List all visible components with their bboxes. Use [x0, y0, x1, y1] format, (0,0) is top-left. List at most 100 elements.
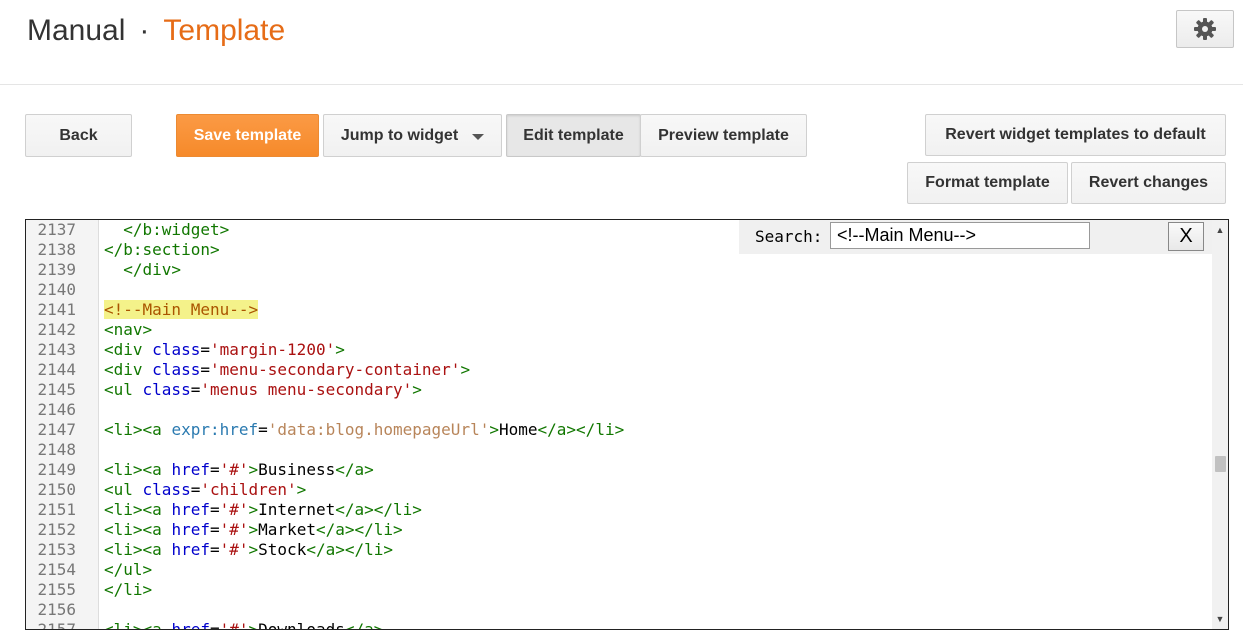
scrollbar-thumb[interactable] — [1215, 456, 1226, 472]
code-text: <li><a href='#'>Business</a> — [104, 460, 374, 480]
code-text: <nav> — [104, 320, 152, 340]
code-token: = — [209, 620, 220, 630]
code-line[interactable]: 2141 <!--Main Menu--> — [26, 300, 1212, 320]
code-token: Business — [258, 460, 336, 479]
code-line[interactable]: 2143 <div class='margin-1200'> — [26, 340, 1212, 360]
code-token: Home — [498, 420, 538, 439]
scroll-down-arrow-icon[interactable]: ▼ — [1212, 611, 1228, 627]
code-editor[interactable]: 2137 </b:widget> 2138 </b:section> 2139 </d… — [25, 219, 1229, 630]
code-token: 'menu-secondary-container' — [209, 360, 461, 379]
code-token: = — [209, 460, 220, 479]
code-line[interactable]: 2155 </li> — [26, 580, 1212, 600]
code-line[interactable]: 2150 <ul class='children'> — [26, 480, 1212, 500]
code-token: </a></li> — [306, 540, 394, 559]
editor-scrollbar[interactable]: ▲ ▼ — [1212, 220, 1228, 629]
line-number: 2146 — [37, 400, 76, 419]
code-text: <li><a expr:href='data:blog.homepageUrl'… — [104, 420, 624, 440]
code-token: <li><a — [104, 420, 172, 439]
scroll-up-arrow-icon[interactable]: ▲ — [1212, 222, 1228, 238]
code-token: 'menus menu-secondary' — [200, 380, 413, 399]
code-token: = — [209, 500, 220, 519]
code-token: </li> — [104, 580, 153, 599]
code-token: href — [171, 540, 210, 559]
code-token: <li><a — [104, 500, 172, 519]
code-text: <li><a href='#'>Stock</a></li> — [104, 540, 393, 560]
page-title: Manual · Template — [27, 14, 285, 48]
line-number: 2153 — [37, 540, 76, 559]
code-token: </a></li> — [537, 420, 625, 439]
code-text: <li><a href='#'>Market</a></li> — [104, 520, 403, 540]
code-line[interactable]: 2154 </ul> — [26, 560, 1212, 580]
chevron-down-icon — [472, 134, 485, 140]
revert-widget-templates-button[interactable]: Revert widget templates to default — [925, 114, 1226, 156]
search-input[interactable] — [830, 222, 1090, 249]
save-template-button[interactable]: Save template — [176, 114, 319, 157]
code-line[interactable]: 2146 — [26, 400, 1212, 420]
search-label: Search: — [755, 227, 823, 246]
code-text: <div class='margin-1200'> — [104, 340, 345, 360]
code-line[interactable]: 2140 — [26, 280, 1212, 300]
line-number: 2156 — [37, 600, 76, 619]
code-token: Stock — [258, 540, 307, 559]
code-token: > — [248, 520, 259, 539]
code-lines[interactable]: 2137 </b:widget> 2138 </b:section> 2139 </d… — [26, 220, 1212, 630]
code-token: = — [209, 540, 220, 559]
code-line[interactable]: 2148 — [26, 440, 1212, 460]
code-token: class — [142, 380, 191, 399]
section-name: Template — [163, 14, 286, 47]
code-token: href — [171, 620, 210, 630]
code-line[interactable]: 2151 <li><a href='#'>Internet</a></li> — [26, 500, 1212, 520]
code-token: > — [248, 620, 259, 630]
line-number: 2151 — [37, 500, 76, 519]
code-token: expr:href — [171, 420, 259, 439]
code-line[interactable]: 2145 <ul class='menus menu-secondary'> — [26, 380, 1212, 400]
revert-changes-button[interactable]: Revert changes — [1071, 162, 1226, 204]
code-line[interactable]: 2153 <li><a href='#'>Stock</a></li> — [26, 540, 1212, 560]
line-number: 2138 — [37, 240, 76, 259]
line-number: 2149 — [37, 460, 76, 479]
code-token: <div — [104, 360, 153, 379]
code-token: <ul — [104, 380, 143, 399]
code-token: Downloads — [258, 620, 345, 630]
settings-button[interactable] — [1176, 10, 1234, 48]
code-line[interactable]: 2147 <li><a expr:href='data:blog.homepage… — [26, 420, 1212, 440]
code-line[interactable]: 2156 — [26, 600, 1212, 620]
line-number: 2137 — [37, 220, 76, 239]
code-token: '#' — [219, 540, 249, 559]
code-token: '#' — [219, 520, 249, 539]
code-token: <div — [104, 340, 153, 359]
line-number: 2148 — [37, 440, 76, 459]
title-separator: · — [139, 14, 150, 47]
back-button[interactable]: Back — [25, 114, 132, 157]
code-line[interactable]: 2149 <li><a href='#'>Business</a> — [26, 460, 1212, 480]
format-template-button[interactable]: Format template — [907, 162, 1068, 204]
code-token: <ul — [104, 480, 143, 499]
code-token: <li><a — [104, 460, 172, 479]
code-text: </ul> — [104, 560, 152, 580]
edit-template-button[interactable]: Edit template — [506, 114, 641, 157]
gear-icon — [1194, 18, 1216, 40]
code-token: class — [142, 480, 191, 499]
close-search-button[interactable]: X — [1168, 222, 1204, 251]
code-token: class — [152, 340, 201, 359]
line-number: 2139 — [37, 260, 76, 279]
page-header: Manual · Template — [0, 0, 1243, 85]
code-line[interactable]: 2139 </div> — [26, 260, 1212, 280]
code-token: href — [171, 520, 210, 539]
line-number: 2157 — [37, 620, 76, 630]
code-line[interactable]: 2152 <li><a href='#'>Market</a></li> — [26, 520, 1212, 540]
search-bar: Search: X — [739, 220, 1212, 254]
line-number: 2147 — [37, 420, 76, 439]
code-token: = — [258, 420, 268, 439]
code-line[interactable]: 2157 <li><a href='#'>Downloads</a> — [26, 620, 1212, 630]
code-text: <div class='menu-secondary-container'> — [104, 360, 470, 380]
code-token: <li><a — [104, 620, 172, 630]
jump-to-widget-dropdown[interactable]: Jump to widget — [323, 114, 502, 157]
code-line[interactable]: 2142 <nav> — [26, 320, 1212, 340]
code-token: Market — [258, 520, 316, 539]
preview-template-button[interactable]: Preview template — [640, 114, 807, 157]
code-line[interactable]: 2144 <div class='menu-secondary-container… — [26, 360, 1212, 380]
code-text: <ul class='children'> — [104, 480, 306, 500]
code-text: <!--Main Menu--> — [104, 300, 259, 320]
